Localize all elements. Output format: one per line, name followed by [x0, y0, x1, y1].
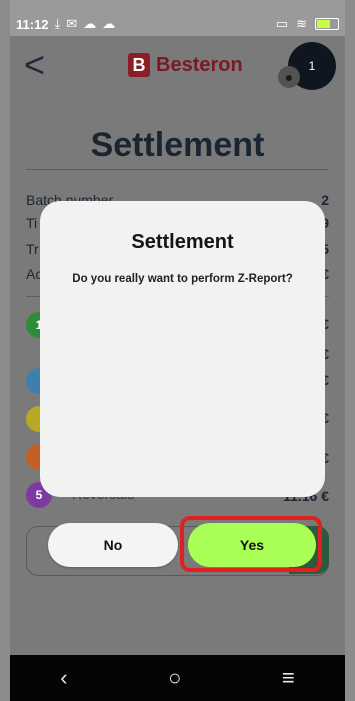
wifi-icon: ≋	[296, 16, 307, 31]
download-icon: ⤓	[54, 16, 61, 31]
row-label: Tr	[26, 241, 39, 257]
row-value: 2	[321, 192, 329, 208]
page-title: Settlement	[90, 126, 265, 164]
cast-icon: ▭	[275, 16, 289, 31]
nav-back-button[interactable]: ‹	[60, 665, 67, 691]
person-icon: ●	[278, 66, 300, 88]
back-button[interactable]: <	[24, 47, 45, 83]
nav-home-button[interactable]: ○	[168, 665, 181, 691]
dialog-message: Do you really want to perform Z-Report?	[72, 273, 293, 285]
row-label: Ti	[26, 215, 38, 231]
status-bar: 11:12 ⤓ ✉ ☁ ☁ ▭ ≋	[10, 12, 345, 36]
divider	[26, 169, 329, 170]
brand-logo: B Besteron	[128, 53, 243, 77]
yes-button-highlight	[180, 516, 322, 572]
settlement-dialog: Settlement Do you really want to perform…	[40, 201, 325, 497]
cloud-check-icon: ☁	[102, 16, 116, 31]
status-left-icons: ⤓ ✉ ☁ ☁	[55, 16, 116, 32]
no-button[interactable]: No	[48, 523, 178, 567]
dialog-title: Settlement	[131, 231, 234, 253]
status-right-icons: ▭ ≋	[276, 16, 339, 32]
right-frame	[345, 0, 355, 701]
message-icon: ✉	[66, 16, 78, 31]
left-frame	[0, 0, 10, 701]
brand-name: Besteron	[156, 53, 243, 76]
cloud-icon: ☁	[83, 16, 97, 31]
besteron-logo-icon: B	[128, 53, 150, 77]
nav-menu-button[interactable]: ≡	[282, 665, 295, 691]
status-time: 11:12	[16, 16, 49, 32]
phone-screen: 11:12 ⤓ ✉ ☁ ☁ ▭ ≋ < B Besteron 1 ● Settl…	[0, 0, 355, 701]
battery-icon	[315, 18, 339, 30]
system-nav-bar: ‹ ○ ≡	[10, 655, 345, 701]
